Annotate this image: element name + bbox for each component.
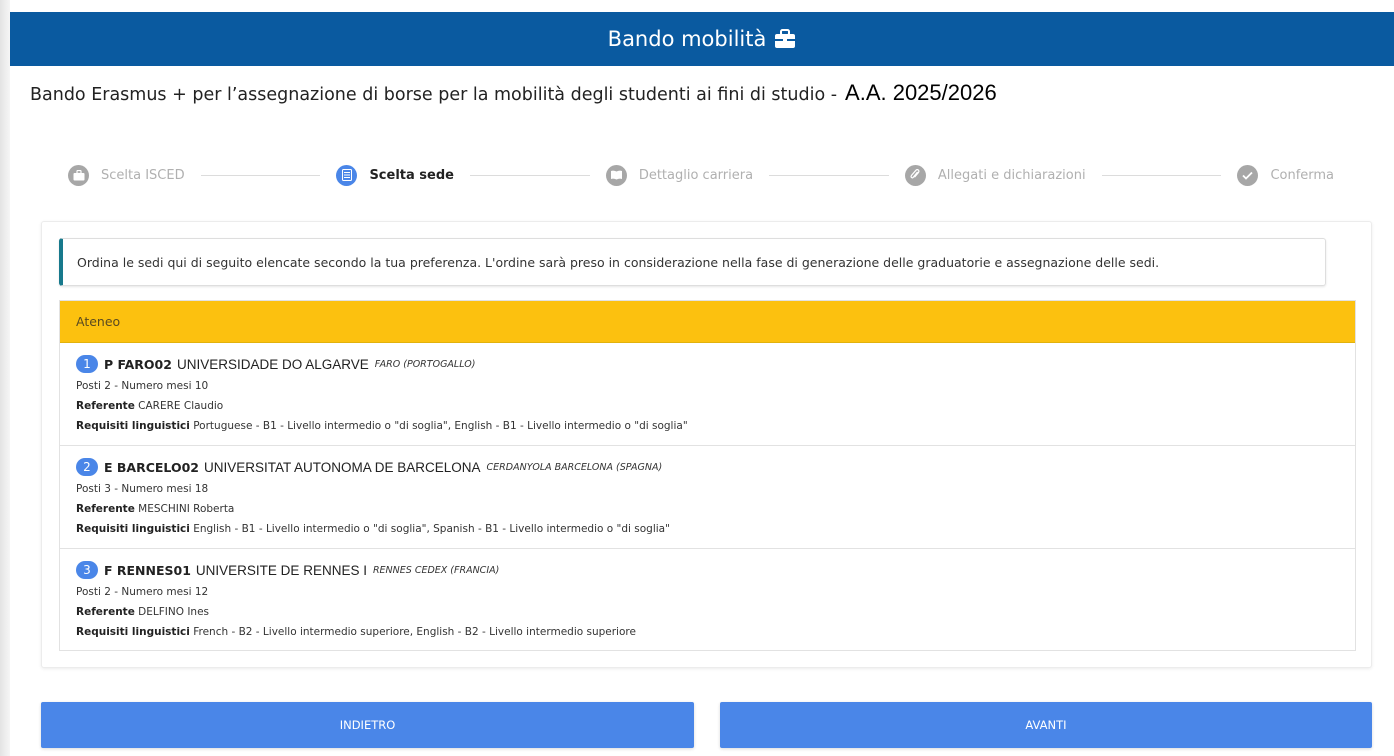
step-conferma[interactable]: Conferma <box>1237 164 1335 186</box>
step-label: Allegati e dichiarazioni <box>937 167 1086 183</box>
referente-name: CARERE Claudio <box>138 400 224 412</box>
requisiti-label: Requisiti linguistici <box>76 626 190 638</box>
step-scelta-isced[interactable]: Scelta ISCED <box>68 164 185 186</box>
referente-row: Referente DELFINO Ines <box>76 606 1339 621</box>
requisiti-text: Portuguese - B1 - Livello intermedio o "… <box>193 420 688 432</box>
book-icon <box>605 164 627 186</box>
sede-code: P FARO02 <box>104 356 172 372</box>
next-button[interactable]: AVANTI <box>720 702 1372 748</box>
page-title-text: Bando Erasmus + per l’assegnazione di bo… <box>30 85 838 105</box>
rank-badge: 3 <box>76 561 98 579</box>
step-connector <box>200 174 321 176</box>
info-notice: Ordina le sedi qui di seguito elencate s… <box>59 238 1326 286</box>
referente-name: MESCHINI Roberta <box>138 503 235 515</box>
requisiti-row: Requisiti linguistici English - B1 - Liv… <box>76 523 1339 538</box>
list-item[interactable]: 2 E BARCELO02 UNIVERSITAT AUTONOMA DE BA… <box>60 446 1355 549</box>
header-title: Bando mobilità <box>607 27 767 51</box>
requisiti-label: Requisiti linguistici <box>76 420 190 432</box>
app-header: Bando mobilità <box>10 12 1394 66</box>
briefcase-icon <box>774 29 796 49</box>
referente-row: Referente MESCHINI Roberta <box>76 503 1339 518</box>
referente-label: Referente <box>76 400 135 412</box>
requisiti-label: Requisiti linguistici <box>76 523 190 535</box>
posti-info: Posti 3 - Numero mesi 18 <box>76 483 209 495</box>
referente-label: Referente <box>76 606 135 618</box>
requisiti-row: Requisiti linguistici French - B2 - Live… <box>76 626 1339 641</box>
step-scelta-sede[interactable]: Scelta sede <box>336 164 454 186</box>
rank-badge: 2 <box>76 458 98 476</box>
step-label: Conferma <box>1270 167 1335 183</box>
page-title: Bando Erasmus + per l’assegnazione di bo… <box>30 80 997 112</box>
step-label: Dettaglio carriera <box>638 167 754 183</box>
city: RENNES CEDEX (FRANCIA) <box>372 564 500 576</box>
list-item[interactable]: 1 P FARO02 UNIVERSIDADE DO ALGARVE FARO … <box>60 343 1355 446</box>
requisiti-text: French - B2 - Livello intermedio superio… <box>193 626 636 638</box>
city: CERDANYOLA BARCELONA (SPAGNA) <box>486 461 663 473</box>
rank-badge: 1 <box>76 355 98 373</box>
posti-info: Posti 2 - Numero mesi 10 <box>76 380 209 392</box>
stepper: Scelta ISCED Scelta sede Dettaglio carri… <box>68 163 1334 187</box>
university-name: UNIVERSITAT AUTONOMA DE BARCELONA <box>203 459 481 475</box>
list-item[interactable]: 3 F RENNES01 UNIVERSITE DE RENNES I RENN… <box>60 549 1355 652</box>
check-icon <box>1237 164 1259 186</box>
sede-code: F RENNES01 <box>104 562 191 578</box>
step-label: Scelta sede <box>369 167 454 183</box>
step-allegati[interactable]: Allegati e dichiarazioni <box>904 164 1086 186</box>
main-card: Ordina le sedi qui di seguito elencate s… <box>41 221 1372 668</box>
posti-info: Posti 2 - Numero mesi 12 <box>76 586 209 598</box>
briefcase-icon <box>68 164 89 186</box>
step-connector <box>469 174 590 176</box>
step-connector <box>1101 174 1222 176</box>
sede-code: E BARCELO02 <box>104 459 199 475</box>
paperclip-icon <box>904 164 926 186</box>
left-edge <box>0 0 10 756</box>
referente-name: DELFINO Ines <box>138 606 210 618</box>
referente-row: Referente CARERE Claudio <box>76 400 1339 415</box>
back-button[interactable]: INDIETRO <box>41 702 694 748</box>
step-connector <box>769 174 889 176</box>
referente-label: Referente <box>76 503 135 515</box>
academic-year: A.A. 2025/2026 <box>845 80 997 105</box>
sedi-list: Ateneo 1 P FARO02 UNIVERSIDADE DO ALGARV… <box>59 300 1356 651</box>
university-name: UNIVERSITE DE RENNES I <box>195 562 367 578</box>
list-icon <box>336 164 358 186</box>
city: FARO (PORTOGALLO) <box>374 358 476 370</box>
list-header: Ateneo <box>60 301 1355 343</box>
requisiti-row: Requisiti linguistici Portuguese - B1 - … <box>76 420 1339 435</box>
requisiti-text: English - B1 - Livello intermedio o "di … <box>193 523 670 535</box>
step-dettaglio-carriera[interactable]: Dettaglio carriera <box>605 164 754 186</box>
step-label: Scelta ISCED <box>101 167 185 183</box>
university-name: UNIVERSIDADE DO ALGARVE <box>176 356 369 372</box>
